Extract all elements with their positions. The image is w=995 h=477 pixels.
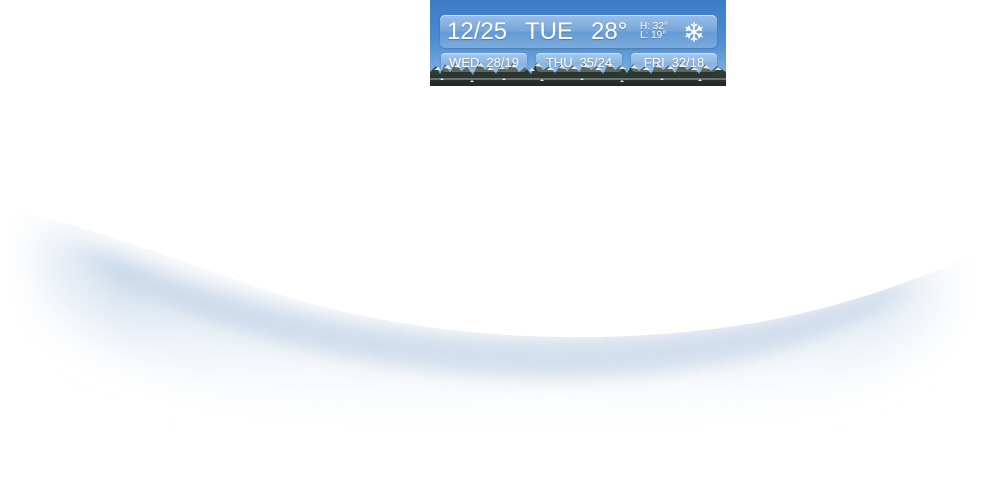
weather-widget[interactable]: 12/25 TUE 28° H: 32° L: 19° WED 28/19 TH… [430,0,726,86]
forecast-day-label: WED [449,55,480,70]
forecast-day-label: FRI [643,55,665,70]
today-date: 12/25 [447,18,508,45]
forecast-temps: 28/19 [486,55,519,70]
snowflake-icon [685,22,703,42]
current-temperature: 28° [591,18,628,45]
forecast-day-wed[interactable]: WED 28/19 [441,53,527,72]
high-low-temperatures: H: 32° L: 19° [640,22,668,41]
forecast-day-fri[interactable]: FRI 32/18 [631,53,717,72]
low-temperature: L: 19° [640,30,667,41]
forecast-temps: 32/18 [671,55,705,70]
forecast-day-thu[interactable]: THU 35/24 [536,53,622,72]
today-weather-bar[interactable]: 12/25 TUE 28° H: 32° L: 19° [440,15,717,48]
today-day: TUE [525,18,573,45]
page: 12/25 TUE 28° H: 32° L: 19° WED 28/19 TH… [0,0,995,477]
forecast-temps: 35/24 [579,55,613,70]
forecast-day-label: THU [545,55,573,70]
